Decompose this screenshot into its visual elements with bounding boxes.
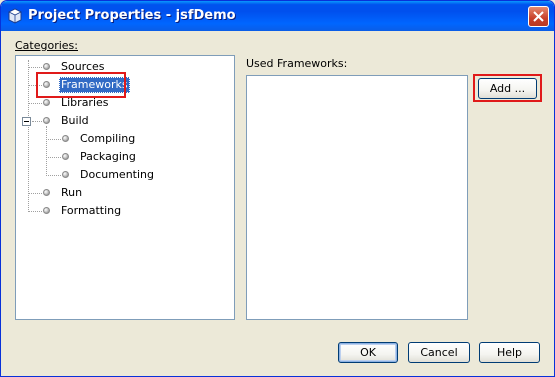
ok-button[interactable]: OK [338,342,398,363]
node-bullet-icon [43,99,50,106]
cancel-button[interactable]: Cancel [408,342,470,363]
tree-item-documenting[interactable]: Documenting [16,167,234,183]
frameworks-highlight-box [36,72,126,98]
dialog-window: Project Properties - jsfDemo Categories:… [0,0,555,377]
node-bullet-icon [43,189,50,196]
node-bullet-icon [43,63,50,70]
project-cube-icon [8,8,22,24]
tree-item-label: Packaging [80,150,136,163]
tree-item-label: Compiling [80,132,136,145]
tree-item-build[interactable]: Build [16,113,234,129]
tree-item-formatting[interactable]: Formatting [16,203,234,219]
tree-item-label: Build [61,114,89,127]
node-bullet-icon [43,207,50,214]
window-title: Project Properties - jsfDemo [28,8,236,23]
close-icon [533,11,544,22]
close-button[interactable] [528,6,549,27]
help-button[interactable]: Help [479,342,540,363]
tree-item-label: Formatting [61,204,122,217]
node-bullet-icon [43,117,50,124]
used-frameworks-list[interactable] [246,75,468,320]
tree-item-label: Run [61,186,83,199]
title-bar[interactable]: Project Properties - jsfDemo [1,1,554,31]
used-frameworks-label: Used Frameworks: [246,57,348,70]
tree-item-packaging[interactable]: Packaging [16,149,234,165]
tree-item-label: Documenting [80,168,154,181]
collapse-toggle-icon[interactable] [22,117,31,126]
tree-item-run[interactable]: Run [16,185,234,201]
add-framework-button[interactable]: Add ... [478,78,537,99]
node-bullet-icon [62,135,69,142]
node-bullet-icon [62,171,69,178]
node-bullet-icon [62,153,69,160]
tree-item-compiling[interactable]: Compiling [16,131,234,147]
categories-label: Categories: [15,39,78,52]
